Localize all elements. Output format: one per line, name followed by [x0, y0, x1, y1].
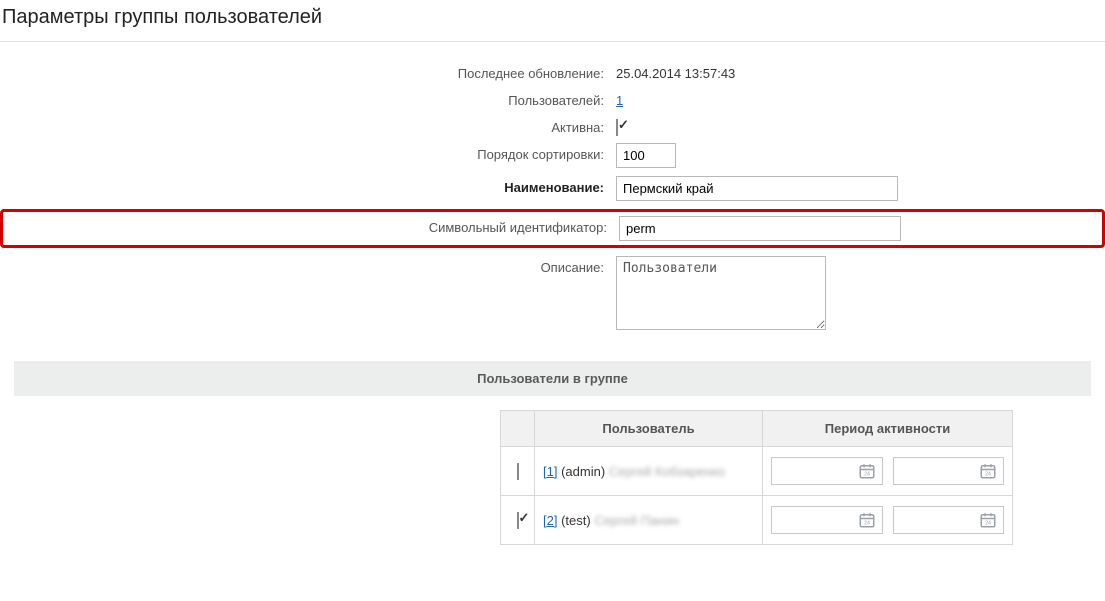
svg-text:24: 24 — [864, 521, 870, 527]
user-name: Сергей Кобзаренко — [609, 464, 725, 479]
user-id-link[interactable]: [1] — [543, 464, 557, 479]
svg-text:24: 24 — [864, 472, 870, 478]
identifier-input[interactable] — [619, 216, 901, 241]
calendar-icon: 24 — [858, 462, 876, 480]
label-users-count: Пользователей: — [0, 89, 610, 108]
sort-order-input[interactable] — [616, 143, 676, 168]
user-name: Сергей Панин — [594, 513, 679, 528]
row-checkbox[interactable] — [517, 512, 519, 529]
period-from-input[interactable]: 24 — [771, 457, 883, 485]
col-header-user: Пользователь — [535, 411, 763, 447]
members-heading: Пользователи в группе — [14, 361, 1091, 396]
user-id-link[interactable]: [2] — [543, 513, 557, 528]
calendar-icon: 24 — [858, 511, 876, 529]
table-row: [2] (test) Сергей Панин 24 24 — [501, 496, 1013, 545]
table-row: [1] (admin) Сергей Кобзаренко 24 24 — [501, 447, 1013, 496]
label-last-update: Последнее обновление: — [0, 62, 610, 81]
users-count-link[interactable]: 1 — [616, 93, 623, 108]
form-area: Последнее обновление: 25.04.2014 13:57:4… — [0, 42, 1105, 351]
col-header-check — [501, 411, 535, 447]
col-header-period: Период активности — [763, 411, 1013, 447]
calendar-icon: 24 — [979, 462, 997, 480]
page-title: Параметры группы пользователей — [0, 0, 1105, 42]
user-cell: [1] (admin) Сергей Кобзаренко — [535, 447, 763, 496]
label-sort-order: Порядок сортировки: — [0, 143, 610, 162]
user-login: (test) — [557, 513, 594, 528]
period-to-input[interactable]: 24 — [893, 506, 1005, 534]
period-from-input[interactable]: 24 — [771, 506, 883, 534]
period-cell: 24 24 — [763, 496, 1013, 545]
period-to-input[interactable]: 24 — [893, 457, 1005, 485]
label-identifier: Символьный идентификатор: — [3, 216, 613, 235]
value-last-update: 25.04.2014 13:57:43 — [610, 62, 1070, 81]
svg-text:24: 24 — [985, 521, 991, 527]
name-input[interactable] — [616, 176, 898, 201]
members-table: Пользователь Период активности [1] (admi… — [500, 410, 1013, 545]
active-checkbox[interactable] — [616, 119, 618, 136]
label-name: Наименование: — [0, 176, 610, 195]
calendar-icon: 24 — [979, 511, 997, 529]
row-checkbox[interactable] — [517, 463, 519, 480]
user-login: (admin) — [557, 464, 608, 479]
period-cell: 24 24 — [763, 447, 1013, 496]
user-cell: [2] (test) Сергей Панин — [535, 496, 763, 545]
label-description: Описание: — [0, 256, 610, 275]
highlight-ident: Символьный идентификатор: — [0, 209, 1105, 248]
label-active: Активна: — [0, 116, 610, 135]
svg-text:24: 24 — [985, 472, 991, 478]
description-textarea[interactable] — [616, 256, 826, 330]
